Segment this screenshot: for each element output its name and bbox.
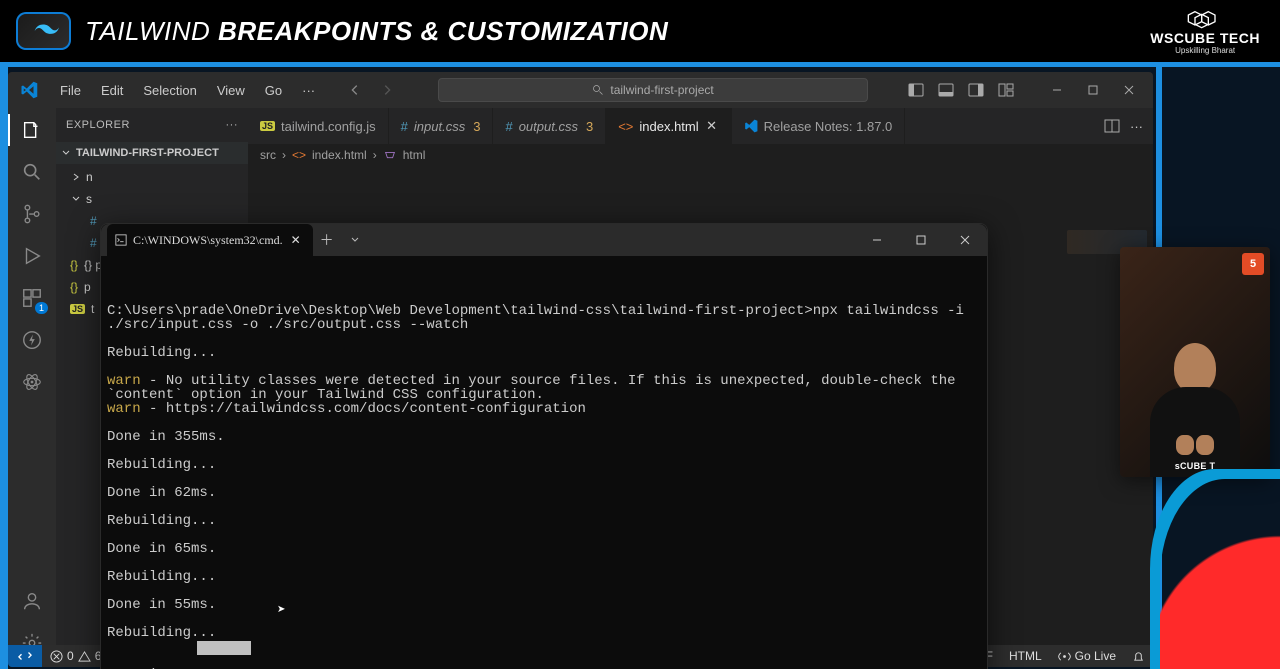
terminal-window: C:\WINDOWS\system32\cmd. ✕ ＋ ➤ C:\Users\… [100, 223, 988, 669]
source-control-icon[interactable] [18, 200, 46, 228]
css-file-icon: # [505, 119, 512, 134]
tab-index-html[interactable]: <> index.html ✕ [606, 108, 731, 144]
side-panel: 5 sCUBE T [1100, 67, 1280, 669]
html5-badge-icon: 5 [1242, 253, 1264, 275]
atom-icon[interactable] [18, 368, 46, 396]
menu-go[interactable]: Go [255, 83, 292, 98]
mouse-cursor-icon: ➤ [277, 606, 285, 616]
layout-sidebar-right-icon[interactable] [963, 79, 989, 101]
terminal-tab[interactable]: C:\WINDOWS\system32\cmd. ✕ [107, 224, 313, 256]
menu-view[interactable]: View [207, 83, 255, 98]
menu-more[interactable]: ··· [292, 83, 325, 98]
account-icon[interactable] [18, 587, 46, 615]
cmd-icon [115, 234, 127, 246]
tab-input-css[interactable]: # input.css 3 [389, 108, 494, 144]
project-section[interactable]: TAILWIND-FIRST-PROJECT [56, 142, 248, 164]
status-language[interactable]: HTML [1001, 649, 1050, 663]
tab-output-css[interactable]: # output.css 3 [493, 108, 606, 144]
nav-forward-icon[interactable] [375, 78, 399, 102]
tab-release-notes[interactable]: Release Notes: 1.87.0 [732, 108, 906, 144]
banner-title: TAILWIND BREAKPOINTS & CUSTOMIZATION [85, 16, 668, 47]
layout-sidebar-left-icon[interactable] [903, 79, 929, 101]
search-icon [592, 84, 604, 96]
search-text: tailwind-first-project [610, 83, 713, 97]
banner: TAILWIND BREAKPOINTS & CUSTOMIZATION WSC… [0, 0, 1280, 62]
remote-icon[interactable] [8, 645, 42, 667]
search-icon[interactable] [18, 158, 46, 186]
more-icon[interactable]: ··· [226, 119, 239, 131]
terminal-minimize-icon[interactable] [855, 224, 899, 256]
symbol-icon [383, 148, 397, 162]
menu-edit[interactable]: Edit [91, 83, 133, 98]
thunder-icon[interactable] [18, 326, 46, 354]
window-minimize-icon[interactable] [1039, 76, 1075, 104]
terminal-tab-close-icon[interactable]: ✕ [289, 233, 303, 247]
titlebar: File Edit Selection View Go ··· tailwind… [8, 72, 1153, 108]
terminal-body[interactable]: ➤ C:\Users\prade\OneDrive\Desktop\Web De… [101, 256, 987, 669]
js-file-icon: JS [260, 121, 275, 131]
explorer-header: EXPLORER ··· [56, 108, 248, 142]
chevron-down-icon [60, 147, 72, 159]
webcam-overlay: 5 sCUBE T [1120, 247, 1270, 477]
extensions-icon[interactable]: 1 [18, 284, 46, 312]
css-file-icon: # [401, 119, 408, 134]
tailwind-logo [16, 12, 71, 50]
debug-icon[interactable] [18, 242, 46, 270]
terminal-dropdown-icon[interactable] [341, 224, 369, 256]
command-center[interactable]: tailwind-first-project [413, 78, 893, 102]
terminal-new-tab-icon[interactable]: ＋ [313, 224, 341, 256]
tabs: JS tailwind.config.js # input.css 3 # ou… [248, 108, 1153, 144]
terminal-titlebar: C:\WINDOWS\system32\cmd. ✕ ＋ [101, 224, 987, 256]
tab-tailwind-config[interactable]: JS tailwind.config.js [248, 108, 389, 144]
explorer-icon[interactable] [18, 116, 46, 144]
brand-logo: WSCUBE TECH Upskilling Bharat [1150, 8, 1260, 55]
terminal-close-icon[interactable] [943, 224, 987, 256]
terminal-maximize-icon[interactable] [899, 224, 943, 256]
breadcrumbs[interactable]: src › <> index.html › html [248, 144, 1153, 166]
menu-selection[interactable]: Selection [133, 83, 206, 98]
layout-panel-icon[interactable] [933, 79, 959, 101]
vscode-file-icon [744, 119, 758, 133]
vscode-logo-icon [18, 79, 40, 101]
decorative-swoosh [1150, 469, 1280, 669]
activity-bar: 1 [8, 108, 56, 667]
customize-layout-icon[interactable] [993, 79, 1019, 101]
menu-file[interactable]: File [50, 83, 91, 98]
html-file-icon: <> [618, 119, 633, 134]
close-tab-icon[interactable]: ✕ [705, 119, 719, 133]
nav-back-icon[interactable] [343, 78, 367, 102]
